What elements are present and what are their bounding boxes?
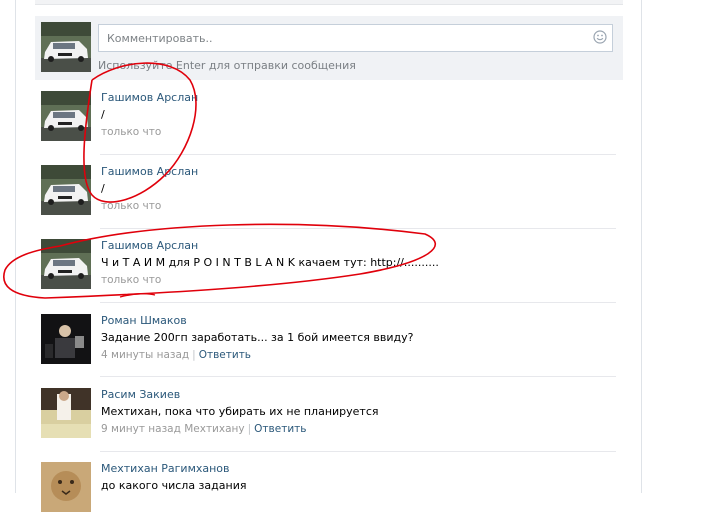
comment-time[interactable]: только что (101, 199, 161, 213)
comment-author-link[interactable]: Расим Закиев (101, 388, 180, 402)
top-strip (35, 0, 623, 5)
comment-text: / (101, 182, 105, 195)
avatar[interactable] (41, 239, 91, 289)
comment-time[interactable]: только что (101, 125, 161, 139)
divider (100, 451, 616, 452)
comment-meta: 4 минуты назад | Ответить (101, 348, 251, 362)
comment-author-link[interactable]: Гашимов Арслан (101, 165, 198, 179)
smile-icon[interactable] (593, 30, 607, 44)
comment-meta: 9 минут назад Мехтихану | Ответить (101, 422, 306, 436)
comment-author-link[interactable]: Роман Шмаков (101, 314, 187, 328)
comment-input[interactable] (99, 25, 577, 51)
send-hint: Используйте Enter для отправки сообщения (98, 59, 356, 72)
comment-composer: Используйте Enter для отправки сообщения (35, 16, 623, 80)
divider (100, 154, 616, 155)
avatar (41, 22, 91, 72)
comment-author-link[interactable]: Мехтихан Рагимханов (101, 462, 230, 476)
comment-text: до какого числа задания (101, 479, 247, 492)
comment-text: / (101, 108, 105, 121)
avatar[interactable] (41, 388, 91, 438)
comment-text: Мехтихан, пока что убирать их не планиру… (101, 405, 379, 418)
red-annotation-tail (119, 292, 156, 298)
avatar[interactable] (41, 462, 91, 512)
comment-time[interactable]: 9 минут назад Мехтихану (101, 423, 245, 435)
right-column-border (641, 0, 642, 493)
separator: | (192, 349, 196, 361)
comment-input-box[interactable] (98, 24, 613, 52)
divider (100, 376, 616, 377)
reply-link[interactable]: Ответить (199, 349, 251, 361)
divider (100, 302, 616, 303)
comment-time[interactable]: только что (101, 273, 161, 287)
comment-time[interactable]: 4 минуты назад (101, 349, 189, 361)
separator: | (247, 423, 252, 435)
comment-author-link[interactable]: Гашимов Арслан (101, 91, 198, 105)
reply-link[interactable]: Ответить (254, 423, 306, 435)
avatar[interactable] (41, 314, 91, 364)
left-column-border (15, 0, 16, 493)
comment-text: Ч и Т А И М для P O I N T B L A N K кача… (101, 256, 439, 269)
divider (100, 228, 616, 229)
comment-author-link[interactable]: Гашимов Арслан (101, 239, 198, 253)
comment-text: Задание 200гп заработать... за 1 бой име… (101, 331, 414, 344)
avatar[interactable] (41, 91, 91, 141)
avatar[interactable] (41, 165, 91, 215)
